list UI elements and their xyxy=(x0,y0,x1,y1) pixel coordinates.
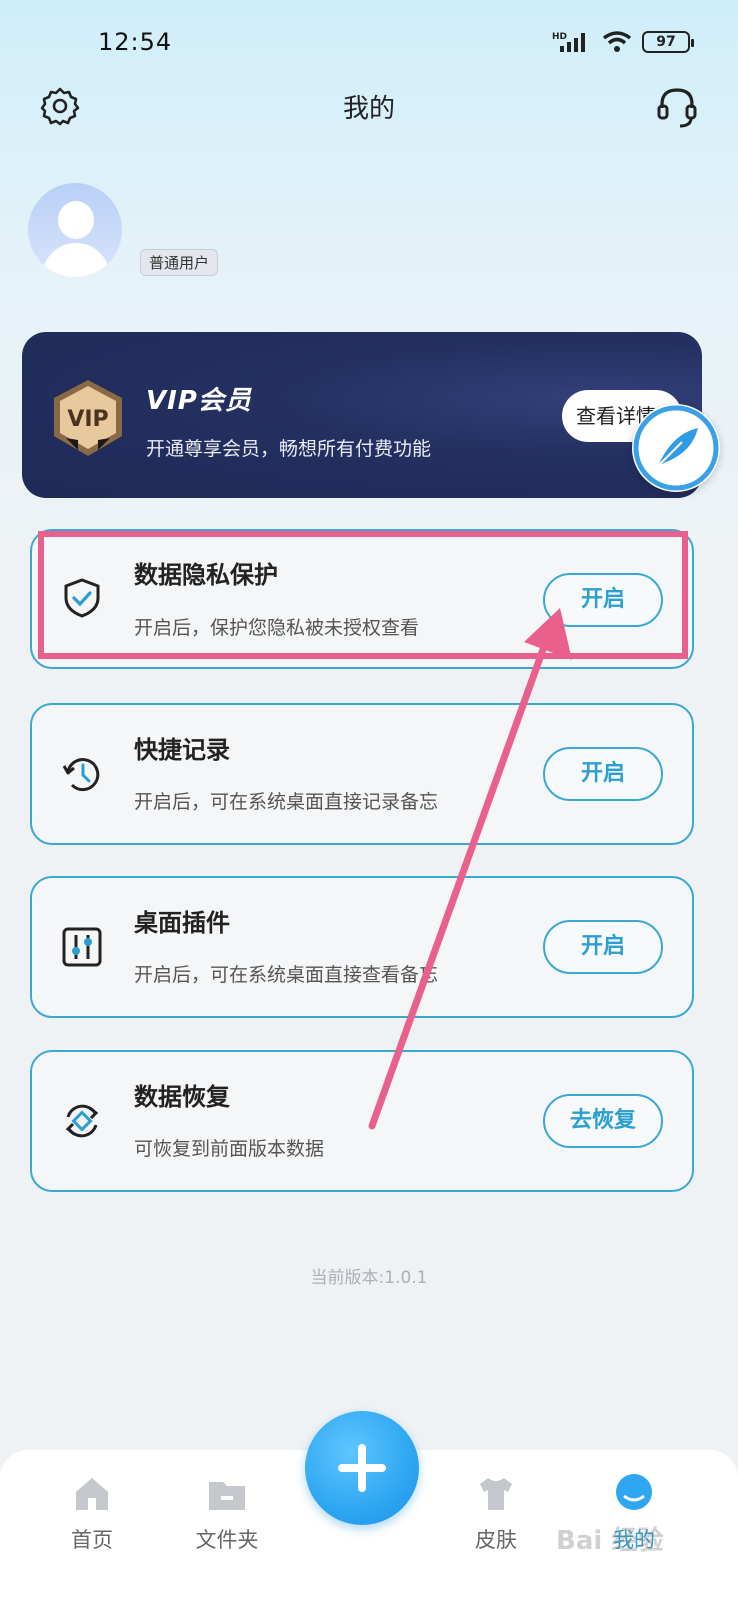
home-icon[interactable] xyxy=(72,1474,112,1514)
nav-item-skin[interactable]: 皮肤 xyxy=(446,1524,546,1554)
nav-item-home[interactable]: 首页 xyxy=(42,1524,142,1554)
add-button[interactable] xyxy=(305,1411,419,1525)
folder-icon[interactable] xyxy=(207,1474,247,1514)
profile-icon[interactable] xyxy=(614,1472,654,1512)
plus-icon xyxy=(338,1444,386,1492)
shirt-icon[interactable] xyxy=(476,1474,516,1514)
nav-item-folder[interactable]: 文件夹 xyxy=(177,1524,277,1554)
version-text: 当前版本:1.0.1 xyxy=(310,1268,428,1288)
watermark-text: Bai 经验 xyxy=(556,1526,664,1556)
annotation-arrow xyxy=(368,608,572,1130)
